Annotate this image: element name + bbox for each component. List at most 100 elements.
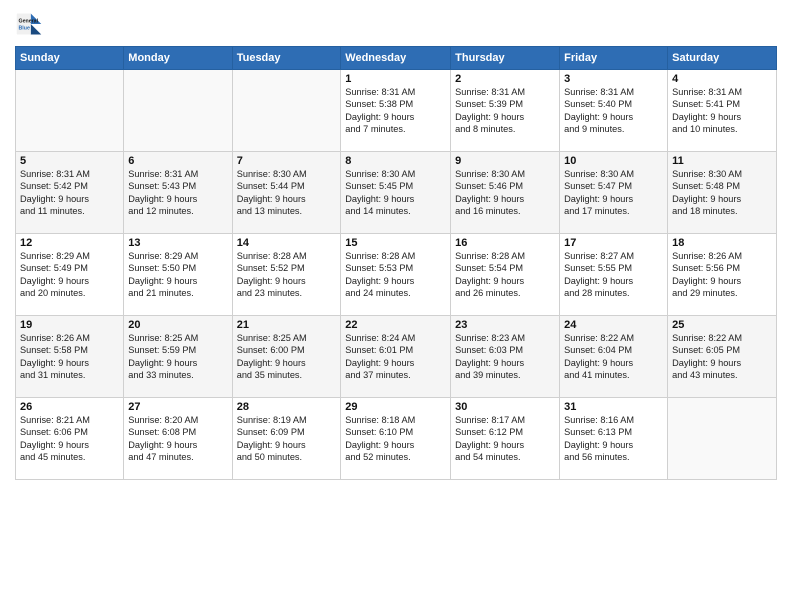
day-info: Sunrise: 8:31 AM Sunset: 5:42 PM Dayligh… [20, 168, 119, 218]
calendar-day-cell: 23Sunrise: 8:23 AM Sunset: 6:03 PM Dayli… [451, 316, 560, 398]
day-info: Sunrise: 8:20 AM Sunset: 6:08 PM Dayligh… [128, 414, 227, 464]
calendar-day-cell: 24Sunrise: 8:22 AM Sunset: 6:04 PM Dayli… [560, 316, 668, 398]
day-number: 4 [672, 73, 772, 85]
day-info: Sunrise: 8:30 AM Sunset: 5:44 PM Dayligh… [237, 168, 337, 218]
day-number: 28 [237, 401, 337, 413]
weekday-header-row: SundayMondayTuesdayWednesdayThursdayFrid… [16, 47, 777, 70]
svg-text:General: General [19, 18, 39, 24]
day-number: 12 [20, 237, 119, 249]
logo-icon: General Blue [15, 10, 43, 38]
day-info: Sunrise: 8:28 AM Sunset: 5:53 PM Dayligh… [345, 250, 446, 300]
day-info: Sunrise: 8:24 AM Sunset: 6:01 PM Dayligh… [345, 332, 446, 382]
day-info: Sunrise: 8:17 AM Sunset: 6:12 PM Dayligh… [455, 414, 555, 464]
weekday-header: Tuesday [232, 47, 341, 70]
day-number: 5 [20, 155, 119, 167]
day-info: Sunrise: 8:31 AM Sunset: 5:41 PM Dayligh… [672, 86, 772, 136]
calendar-day-cell: 2Sunrise: 8:31 AM Sunset: 5:39 PM Daylig… [451, 70, 560, 152]
header: General Blue [15, 10, 777, 38]
day-info: Sunrise: 8:21 AM Sunset: 6:06 PM Dayligh… [20, 414, 119, 464]
day-info: Sunrise: 8:18 AM Sunset: 6:10 PM Dayligh… [345, 414, 446, 464]
day-number: 9 [455, 155, 555, 167]
day-number: 7 [237, 155, 337, 167]
calendar-day-cell [668, 398, 777, 480]
day-number: 17 [564, 237, 663, 249]
day-number: 13 [128, 237, 227, 249]
day-info: Sunrise: 8:25 AM Sunset: 6:00 PM Dayligh… [237, 332, 337, 382]
day-info: Sunrise: 8:25 AM Sunset: 5:59 PM Dayligh… [128, 332, 227, 382]
calendar-day-cell: 17Sunrise: 8:27 AM Sunset: 5:55 PM Dayli… [560, 234, 668, 316]
day-number: 2 [455, 73, 555, 85]
day-number: 20 [128, 319, 227, 331]
calendar-day-cell: 20Sunrise: 8:25 AM Sunset: 5:59 PM Dayli… [124, 316, 232, 398]
day-info: Sunrise: 8:30 AM Sunset: 5:46 PM Dayligh… [455, 168, 555, 218]
day-number: 16 [455, 237, 555, 249]
calendar-day-cell [16, 70, 124, 152]
calendar-day-cell: 26Sunrise: 8:21 AM Sunset: 6:06 PM Dayli… [16, 398, 124, 480]
day-number: 11 [672, 155, 772, 167]
day-number: 26 [20, 401, 119, 413]
calendar-day-cell: 9Sunrise: 8:30 AM Sunset: 5:46 PM Daylig… [451, 152, 560, 234]
day-number: 22 [345, 319, 446, 331]
day-info: Sunrise: 8:31 AM Sunset: 5:43 PM Dayligh… [128, 168, 227, 218]
svg-text:Blue: Blue [19, 25, 30, 31]
day-info: Sunrise: 8:30 AM Sunset: 5:47 PM Dayligh… [564, 168, 663, 218]
calendar-day-cell: 10Sunrise: 8:30 AM Sunset: 5:47 PM Dayli… [560, 152, 668, 234]
calendar-day-cell: 1Sunrise: 8:31 AM Sunset: 5:38 PM Daylig… [341, 70, 451, 152]
day-info: Sunrise: 8:31 AM Sunset: 5:39 PM Dayligh… [455, 86, 555, 136]
calendar-week-row: 5Sunrise: 8:31 AM Sunset: 5:42 PM Daylig… [16, 152, 777, 234]
calendar-week-row: 1Sunrise: 8:31 AM Sunset: 5:38 PM Daylig… [16, 70, 777, 152]
day-info: Sunrise: 8:16 AM Sunset: 6:13 PM Dayligh… [564, 414, 663, 464]
calendar-day-cell: 18Sunrise: 8:26 AM Sunset: 5:56 PM Dayli… [668, 234, 777, 316]
calendar-week-row: 19Sunrise: 8:26 AM Sunset: 5:58 PM Dayli… [16, 316, 777, 398]
day-number: 18 [672, 237, 772, 249]
calendar-week-row: 26Sunrise: 8:21 AM Sunset: 6:06 PM Dayli… [16, 398, 777, 480]
weekday-header: Sunday [16, 47, 124, 70]
day-info: Sunrise: 8:19 AM Sunset: 6:09 PM Dayligh… [237, 414, 337, 464]
calendar-day-cell: 27Sunrise: 8:20 AM Sunset: 6:08 PM Dayli… [124, 398, 232, 480]
calendar-day-cell [232, 70, 341, 152]
calendar-week-row: 12Sunrise: 8:29 AM Sunset: 5:49 PM Dayli… [16, 234, 777, 316]
day-number: 31 [564, 401, 663, 413]
calendar-day-cell: 30Sunrise: 8:17 AM Sunset: 6:12 PM Dayli… [451, 398, 560, 480]
day-number: 19 [20, 319, 119, 331]
day-info: Sunrise: 8:23 AM Sunset: 6:03 PM Dayligh… [455, 332, 555, 382]
calendar-day-cell: 7Sunrise: 8:30 AM Sunset: 5:44 PM Daylig… [232, 152, 341, 234]
day-number: 27 [128, 401, 227, 413]
calendar-table: SundayMondayTuesdayWednesdayThursdayFrid… [15, 46, 777, 480]
calendar-day-cell: 12Sunrise: 8:29 AM Sunset: 5:49 PM Dayli… [16, 234, 124, 316]
calendar-day-cell: 29Sunrise: 8:18 AM Sunset: 6:10 PM Dayli… [341, 398, 451, 480]
day-number: 14 [237, 237, 337, 249]
day-number: 10 [564, 155, 663, 167]
page: General Blue SundayMondayTuesdayWednesda… [0, 0, 792, 612]
calendar-day-cell: 6Sunrise: 8:31 AM Sunset: 5:43 PM Daylig… [124, 152, 232, 234]
calendar-day-cell: 22Sunrise: 8:24 AM Sunset: 6:01 PM Dayli… [341, 316, 451, 398]
calendar-day-cell: 28Sunrise: 8:19 AM Sunset: 6:09 PM Dayli… [232, 398, 341, 480]
weekday-header: Friday [560, 47, 668, 70]
weekday-header: Monday [124, 47, 232, 70]
day-info: Sunrise: 8:28 AM Sunset: 5:52 PM Dayligh… [237, 250, 337, 300]
calendar-day-cell: 4Sunrise: 8:31 AM Sunset: 5:41 PM Daylig… [668, 70, 777, 152]
weekday-header: Saturday [668, 47, 777, 70]
day-info: Sunrise: 8:29 AM Sunset: 5:50 PM Dayligh… [128, 250, 227, 300]
calendar-day-cell: 11Sunrise: 8:30 AM Sunset: 5:48 PM Dayli… [668, 152, 777, 234]
day-info: Sunrise: 8:26 AM Sunset: 5:56 PM Dayligh… [672, 250, 772, 300]
day-number: 30 [455, 401, 555, 413]
weekday-header: Thursday [451, 47, 560, 70]
day-number: 25 [672, 319, 772, 331]
day-number: 21 [237, 319, 337, 331]
day-info: Sunrise: 8:30 AM Sunset: 5:45 PM Dayligh… [345, 168, 446, 218]
calendar-day-cell: 8Sunrise: 8:30 AM Sunset: 5:45 PM Daylig… [341, 152, 451, 234]
day-info: Sunrise: 8:31 AM Sunset: 5:40 PM Dayligh… [564, 86, 663, 136]
day-number: 8 [345, 155, 446, 167]
day-info: Sunrise: 8:22 AM Sunset: 6:05 PM Dayligh… [672, 332, 772, 382]
day-info: Sunrise: 8:31 AM Sunset: 5:38 PM Dayligh… [345, 86, 446, 136]
calendar-day-cell: 16Sunrise: 8:28 AM Sunset: 5:54 PM Dayli… [451, 234, 560, 316]
day-info: Sunrise: 8:26 AM Sunset: 5:58 PM Dayligh… [20, 332, 119, 382]
logo: General Blue [15, 10, 47, 38]
calendar-day-cell: 3Sunrise: 8:31 AM Sunset: 5:40 PM Daylig… [560, 70, 668, 152]
calendar-day-cell: 19Sunrise: 8:26 AM Sunset: 5:58 PM Dayli… [16, 316, 124, 398]
day-number: 24 [564, 319, 663, 331]
day-number: 1 [345, 73, 446, 85]
day-number: 3 [564, 73, 663, 85]
day-info: Sunrise: 8:29 AM Sunset: 5:49 PM Dayligh… [20, 250, 119, 300]
